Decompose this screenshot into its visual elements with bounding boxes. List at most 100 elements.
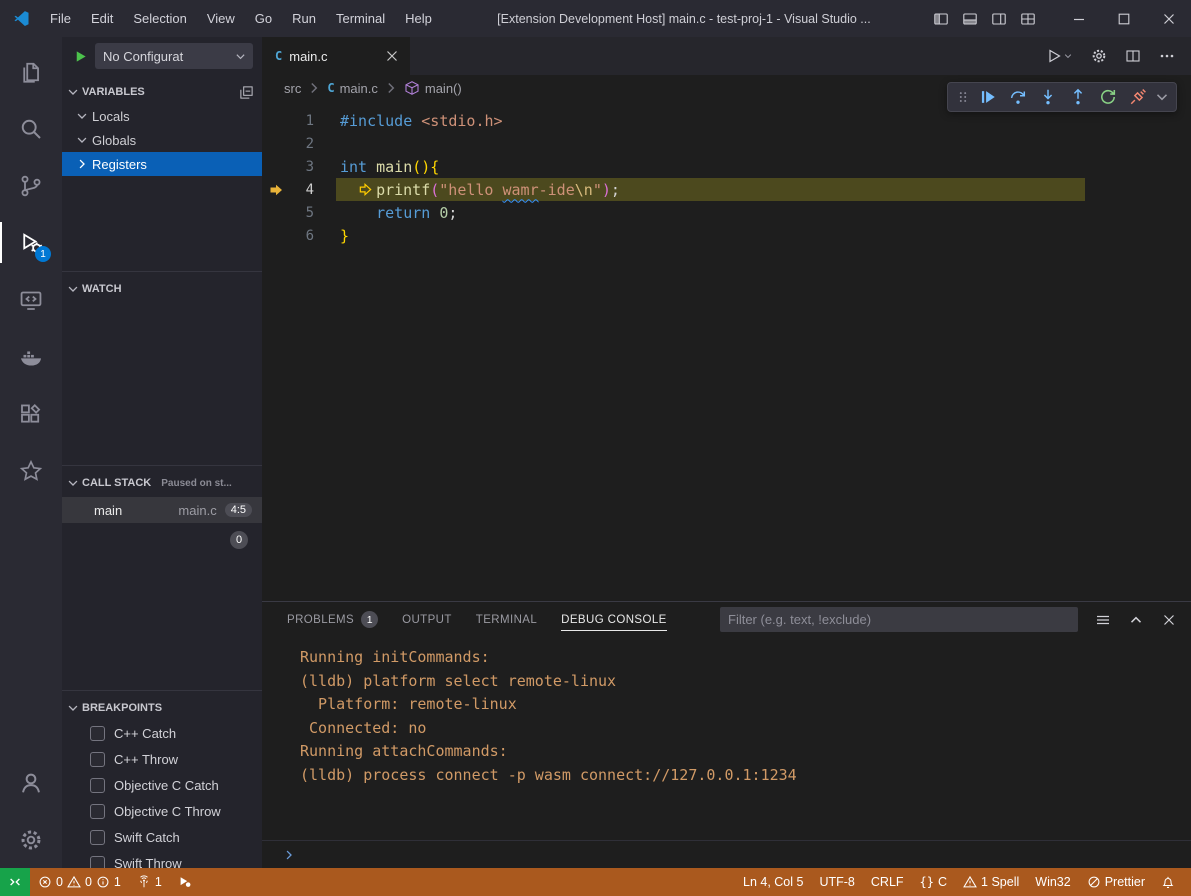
sidebar-item-remote-explorer[interactable] — [0, 271, 62, 328]
menu-edit[interactable]: Edit — [81, 0, 123, 37]
ports-status[interactable]: 1 — [129, 868, 170, 896]
breakpoint-checkbox[interactable] — [90, 752, 105, 767]
toolbar-drag-handle-icon[interactable] — [954, 90, 972, 104]
breakpoint-checkbox[interactable] — [90, 778, 105, 793]
breakpoint-item[interactable]: Objective C Throw — [62, 798, 262, 824]
menu-help[interactable]: Help — [395, 0, 442, 37]
debug-session-status[interactable] — [170, 868, 200, 896]
platform-indicator[interactable]: Win32 — [1027, 868, 1078, 896]
close-window-button[interactable] — [1146, 0, 1191, 37]
cursor-position[interactable]: Ln 4, Col 5 — [735, 868, 811, 896]
breakpoint-checkbox[interactable] — [90, 856, 105, 869]
watch-header[interactable]: WATCH — [62, 277, 262, 301]
step-out-button[interactable] — [1065, 84, 1091, 110]
toggle-secondary-sidebar-button[interactable] — [984, 0, 1013, 37]
breadcrumb-symbol[interactable]: main() — [425, 81, 462, 96]
run-or-debug-button[interactable] — [1046, 48, 1073, 64]
maximize-button[interactable] — [1101, 0, 1146, 37]
breakpoint-item[interactable]: Objective C Catch — [62, 772, 262, 798]
collapse-all-button[interactable] — [239, 85, 254, 100]
panel-tab-problems[interactable]: PROBLEMS1 — [287, 602, 378, 637]
code-line-5[interactable]: 5 return 0; — [262, 201, 1191, 224]
menu-terminal[interactable]: Terminal — [326, 0, 395, 37]
menu-go[interactable]: Go — [245, 0, 282, 37]
symbol-method-icon — [404, 80, 420, 96]
warning-icon — [963, 875, 977, 889]
menu-view[interactable]: View — [197, 0, 245, 37]
language-mode[interactable]: {} C — [912, 868, 955, 896]
panel-menu-icon[interactable] — [1095, 612, 1111, 628]
formatter-status[interactable]: Prettier — [1079, 868, 1153, 896]
encoding-indicator[interactable]: UTF-8 — [811, 868, 862, 896]
eol-indicator[interactable]: CRLF — [863, 868, 912, 896]
formatter-label: Prettier — [1105, 875, 1145, 889]
toggle-panel-button[interactable] — [955, 0, 984, 37]
more-actions-button[interactable] — [1159, 48, 1175, 64]
settings-gear-button[interactable] — [1091, 48, 1107, 64]
variables-header[interactable]: VARIABLES — [62, 80, 262, 104]
code-line-4[interactable]: 4 printf("hello wamr-ide\n"); — [262, 178, 1191, 201]
split-editor-button[interactable] — [1125, 48, 1141, 64]
code-line-3[interactable]: 3int main(){ — [262, 155, 1191, 178]
debug-config-dropdown[interactable]: No Configurat — [95, 43, 253, 69]
problems-status[interactable]: 0 0 1 — [30, 868, 129, 896]
console-output[interactable]: Running initCommands:(lldb) platform sel… — [262, 637, 1191, 840]
panel-tab-terminal[interactable]: TERMINAL — [476, 602, 537, 637]
code-line-6[interactable]: 6} — [262, 224, 1191, 247]
sidebar-item-explorer[interactable] — [0, 43, 62, 100]
close-panel-icon[interactable] — [1161, 612, 1177, 628]
tab-close-icon[interactable] — [384, 48, 400, 64]
panel-tab-debug-console[interactable]: DEBUG CONSOLE — [561, 602, 667, 637]
variables-item-globals[interactable]: Globals — [62, 128, 262, 152]
breakpoint-item[interactable]: C++ Catch — [62, 720, 262, 746]
bell-icon — [1161, 875, 1175, 889]
current-line-arrow-icon[interactable] — [262, 182, 290, 198]
sidebar-item-favorites[interactable] — [0, 442, 62, 499]
menu-file[interactable]: File — [40, 0, 81, 37]
toggle-primary-sidebar-button[interactable] — [926, 0, 955, 37]
code-line-2[interactable]: 2 — [262, 132, 1191, 155]
breakpoint-checkbox[interactable] — [90, 804, 105, 819]
restart-button[interactable] — [1095, 84, 1121, 110]
customize-layout-button[interactable] — [1013, 0, 1042, 37]
panel-tab-output[interactable]: OUTPUT — [402, 602, 452, 637]
console-filter-input[interactable] — [720, 607, 1078, 632]
continue-button[interactable] — [975, 84, 1001, 110]
notifications-button[interactable] — [1153, 868, 1183, 896]
breakpoint-checkbox[interactable] — [90, 830, 105, 845]
accounts-button[interactable] — [0, 754, 62, 811]
step-into-button[interactable] — [1035, 84, 1061, 110]
breakpoint-item[interactable]: C++ Throw — [62, 746, 262, 772]
disconnect-button[interactable] — [1125, 84, 1151, 110]
variables-item-registers[interactable]: Registers — [62, 152, 262, 176]
chevron-down-icon[interactable] — [1154, 89, 1170, 105]
breakpoint-item[interactable]: Swift Throw — [62, 850, 262, 868]
call-stack-header[interactable]: CALL STACK Paused on st... — [62, 471, 262, 495]
console-input-row[interactable] — [262, 840, 1191, 868]
breadcrumb-folder[interactable]: src — [284, 81, 301, 96]
menu-selection[interactable]: Selection — [123, 0, 196, 37]
breakpoint-item[interactable]: Swift Catch — [62, 824, 262, 850]
breakpoints-list: C++ CatchC++ ThrowObjective C CatchObjec… — [62, 720, 262, 868]
sidebar-item-extensions[interactable] — [0, 385, 62, 442]
step-over-button[interactable] — [1005, 84, 1031, 110]
code-line-1[interactable]: 1#include <stdio.h> — [262, 109, 1191, 132]
maximize-panel-icon[interactable] — [1128, 612, 1144, 628]
sidebar-item-run-and-debug[interactable]: 1 — [0, 214, 62, 271]
menu-run[interactable]: Run — [282, 0, 326, 37]
start-debug-button[interactable] — [73, 49, 88, 64]
breadcrumb-file[interactable]: main.c — [340, 81, 378, 96]
sidebar-item-search[interactable] — [0, 100, 62, 157]
tab-main-c[interactable]: C main.c — [262, 37, 410, 75]
remote-indicator[interactable] — [0, 868, 30, 896]
breakpoint-checkbox[interactable] — [90, 726, 105, 741]
spell-checker-status[interactable]: 1 Spell — [955, 868, 1027, 896]
sidebar-item-source-control[interactable] — [0, 157, 62, 214]
breakpoints-header[interactable]: BREAKPOINTS — [62, 696, 262, 720]
variables-item-locals[interactable]: Locals — [62, 104, 262, 128]
code-editor[interactable]: 1#include <stdio.h>23int main(){4 printf… — [262, 101, 1191, 601]
minimize-button[interactable] — [1056, 0, 1101, 37]
stack-frame-row[interactable]: main main.c 4:5 — [62, 497, 262, 523]
settings-button[interactable] — [0, 811, 62, 868]
sidebar-item-docker[interactable] — [0, 328, 62, 385]
